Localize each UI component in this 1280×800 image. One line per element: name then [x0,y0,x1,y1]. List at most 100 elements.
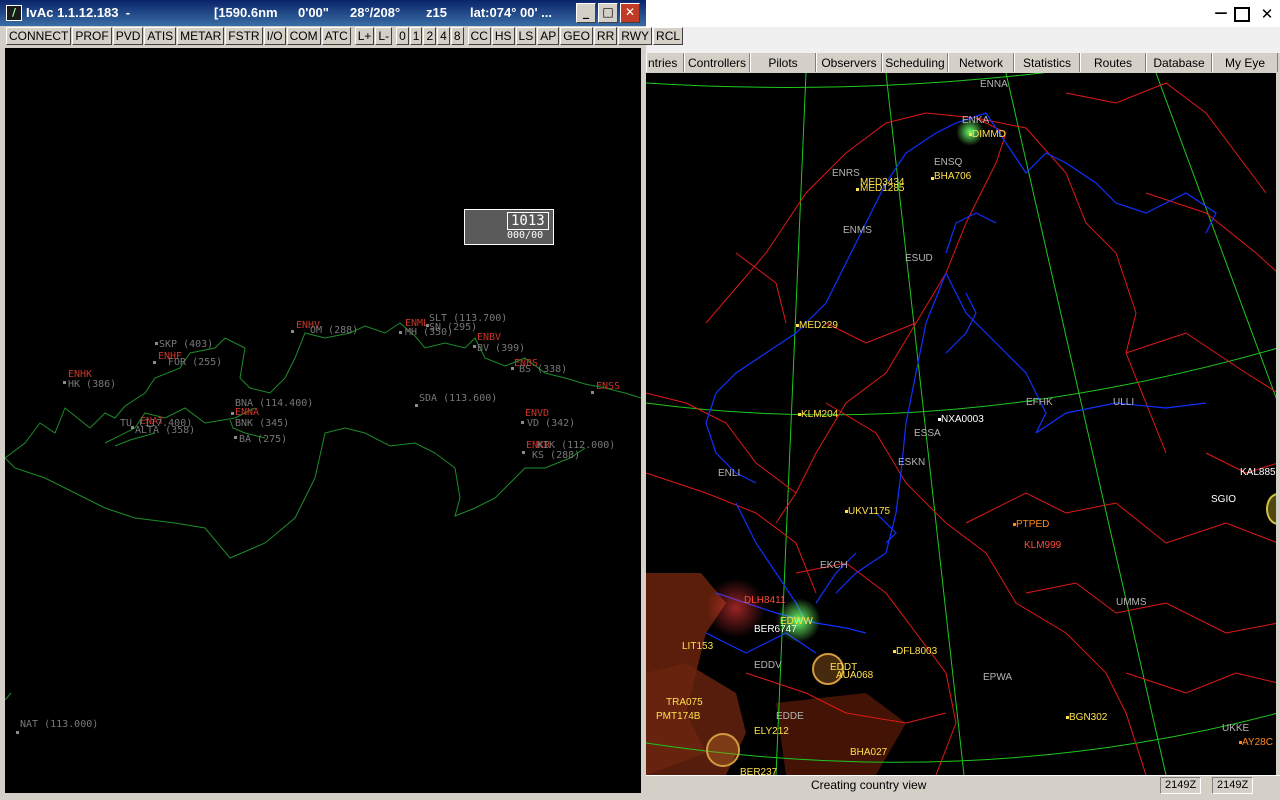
altimeter-box[interactable]: 1013 000/00 [464,209,554,245]
ivac-titlebar[interactable]: / IvAc 1.1.12.183 - [1590.6nm 0'00" 28°/… [0,0,646,26]
navaid-freq: BS (338) [519,364,568,375]
rcl-button[interactable]: RCL [653,27,684,45]
flight-label[interactable]: ELY212 [754,726,789,737]
filter-4-button[interactable]: 4 [437,27,450,45]
atc-button[interactable]: ATC [321,27,351,45]
flight-label[interactable]: KAL885 [1240,467,1276,478]
tab-scheduling[interactable]: Scheduling [882,53,948,72]
title-lat: lat:074° 00' ... [470,5,552,20]
vertical-scrollbar[interactable] [1276,73,1280,775]
airport-label[interactable]: ENLI [718,468,740,479]
flight-label[interactable]: NXA0003 [941,414,984,425]
navaid-label: ENSS [596,381,621,392]
filter-1-button[interactable]: 1 [409,27,423,45]
flight-label[interactable]: MED1285 [860,183,904,194]
airport-label[interactable]: EKCH [820,560,848,571]
tab-database[interactable]: Database [1146,53,1212,72]
world-map[interactable]: ENNA ENKA ENSQ ENRS ENMS ESUD EFHK ULLI … [646,73,1278,775]
airport-label[interactable]: ENMS [843,225,872,236]
airport-label[interactable]: ENKA [962,115,989,126]
flight-label[interactable]: LIT153 [682,641,713,652]
zulu-time: 2149Z [1212,777,1254,794]
flight-label[interactable]: UKV1175 [848,506,890,517]
zoom-out-button[interactable]: L- [375,27,393,45]
right-window-tabs: ntries Controllers Pilots Observers Sche… [646,53,1280,74]
flight-label[interactable]: TRA075 [666,697,703,708]
airport-label[interactable]: EDDE [776,711,804,722]
ivac-window: / IvAc 1.1.12.183 - [1590.6nm 0'00" 28°/… [0,0,684,800]
io-button[interactable]: I/O [263,27,286,45]
minimize-icon[interactable]: — [1211,5,1231,23]
airport-label[interactable]: EPWA [983,672,1012,683]
navaid-label: ENBV [477,332,502,343]
title-bearing: 28°/208° [350,5,401,20]
flight-label[interactable]: DFL8003 [896,646,937,657]
window-frame [646,794,1280,800]
flight-label[interactable]: BHA706 [934,171,971,182]
maximize-icon[interactable]: □ [598,3,618,23]
ivac-toolbar: CONNECT PROF PVD ATIS METAR FSTR I/O COM… [6,27,684,47]
close-icon[interactable]: ✕ [1257,5,1277,23]
radar-scope[interactable]: 1013 000/00 ENHV OM (288) ENML MH (350) … [5,48,641,793]
ap-button[interactable]: AP [537,27,560,45]
tab-countries[interactable]: ntries [646,53,684,72]
filter-8-button[interactable]: 8 [450,27,464,45]
airport-label[interactable]: EDDV [754,660,782,671]
rr-button[interactable]: RR [593,27,618,45]
flight-label[interactable]: DLH8411 [744,595,786,606]
fstr-button[interactable]: FSTR [225,27,263,45]
flight-label[interactable]: SGIO [1211,494,1236,505]
airport-label[interactable]: ESKN [898,457,925,468]
com-button[interactable]: COM [286,27,321,45]
airport-label[interactable]: ESSA [914,428,941,439]
ls-button[interactable]: LS [515,27,537,45]
airport-label[interactable]: ULLI [1113,397,1134,408]
minimize-icon[interactable]: _ [576,3,596,23]
flight-label[interactable]: PMT174B [656,711,700,722]
prof-button[interactable]: PROF [72,27,112,45]
airport-label[interactable]: ENRS [832,168,860,179]
tab-observers[interactable]: Observers [816,53,882,72]
right-window-menubar [646,27,1280,53]
airport-label[interactable]: UKKE [1222,723,1249,734]
tab-statistics[interactable]: Statistics [1014,53,1080,72]
status-bar: Creating country view 2149Z 2149Z [646,775,1280,794]
flight-label[interactable]: KLM204 [801,409,838,420]
tab-network[interactable]: Network [948,53,1014,72]
filter-0-button[interactable]: 0 [396,27,409,45]
flight-label[interactable]: AY28C [1242,737,1273,748]
cc-button[interactable]: CC [467,27,491,45]
close-icon[interactable]: ✕ [620,3,640,23]
flight-label[interactable]: MED229 [799,320,838,331]
flight-label[interactable]: DIMMD [972,129,1006,140]
tab-routes[interactable]: Routes [1080,53,1146,72]
metar-button[interactable]: METAR [177,27,225,45]
title-app: IvAc 1.1.12.183 - [26,5,131,20]
airport-label[interactable]: ENSQ [934,157,962,168]
airport-label[interactable]: ENNA [980,79,1008,90]
flight-label[interactable]: BGN302 [1069,712,1107,723]
flight-label[interactable]: BER6747 [754,624,797,635]
tab-pilots[interactable]: Pilots [750,53,816,72]
geo-button[interactable]: GEO [560,27,593,45]
pvd-button[interactable]: PVD [112,27,144,45]
connect-button[interactable]: CONNECT [6,27,72,45]
flight-label[interactable]: BER237 [740,767,777,775]
maximize-icon[interactable] [1234,7,1250,22]
tab-controllers[interactable]: Controllers [684,53,750,72]
flight-label[interactable]: AUA068 [836,670,873,681]
hs-button[interactable]: HS [491,27,515,45]
airport-label[interactable]: ESUD [905,253,933,264]
navaid-label: KS (288) [532,450,581,461]
flight-label[interactable]: KLM999 [1024,540,1061,551]
airport-label[interactable]: UMMS [1116,597,1147,608]
flight-label[interactable]: PTPED [1016,519,1049,530]
title-zoom: z15 [426,5,447,20]
atis-button[interactable]: ATIS [144,27,177,45]
rwy-button[interactable]: RWY [618,27,653,45]
flight-label[interactable]: BHA027 [850,747,887,758]
airport-label[interactable]: EFHK [1026,397,1053,408]
zoom-in-button[interactable]: L+ [354,27,375,45]
filter-2-button[interactable]: 2 [423,27,437,45]
tab-my-eye[interactable]: My Eye [1212,53,1278,72]
